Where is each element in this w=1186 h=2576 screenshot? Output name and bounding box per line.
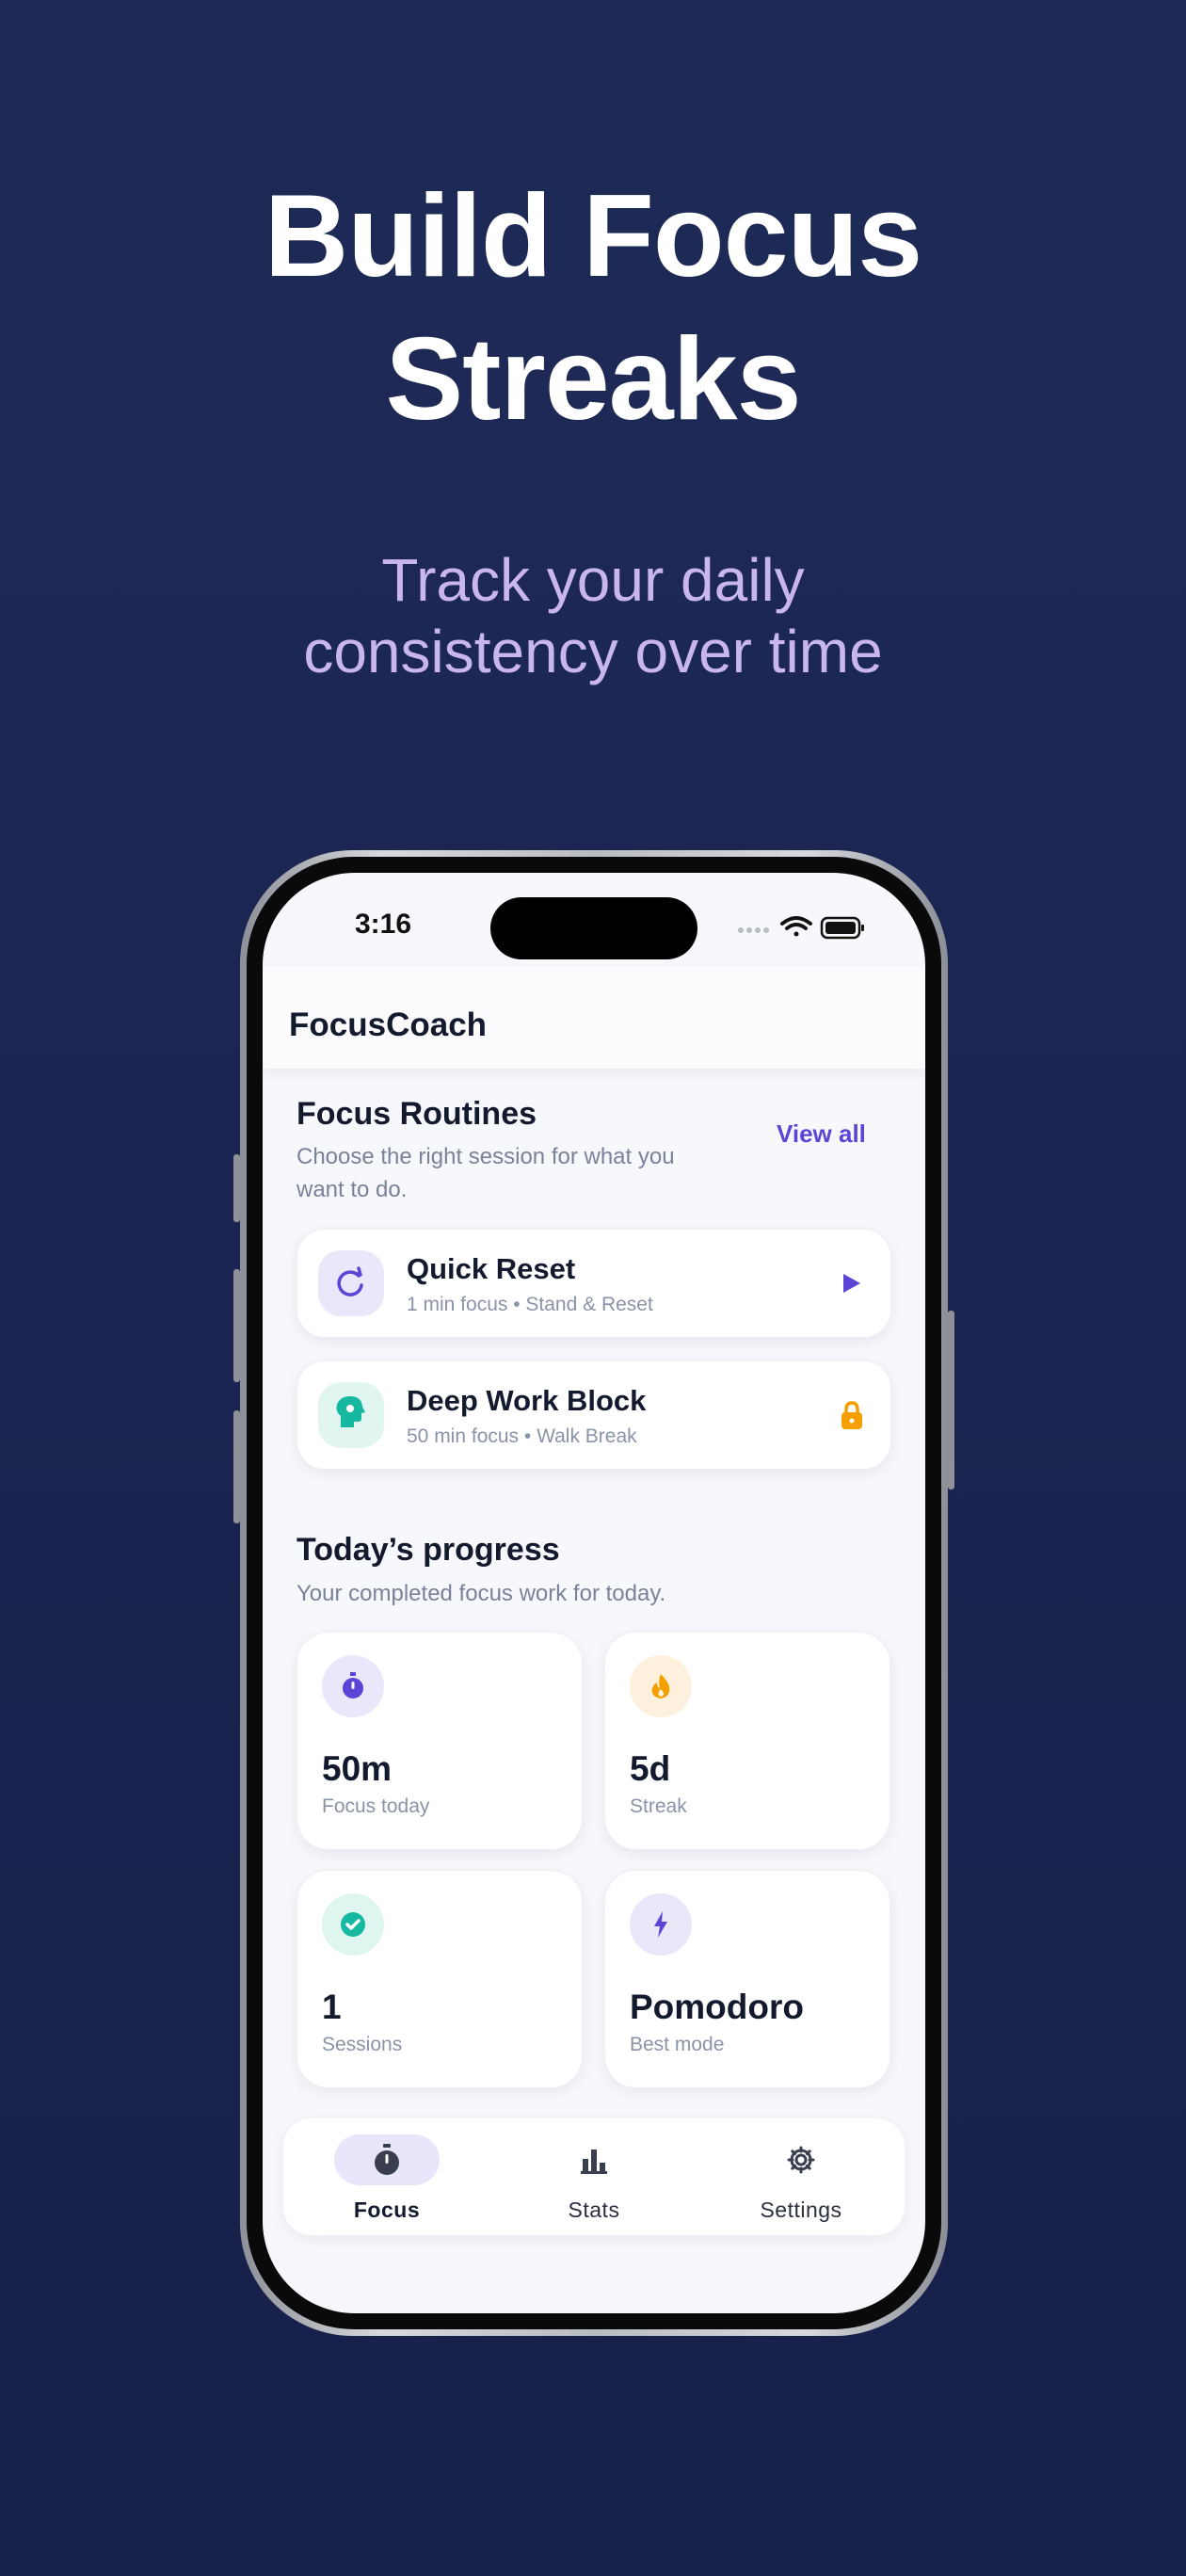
app-title: FocusCoach [289, 1006, 488, 1043]
routines-subtitle-line-2: want to do. [296, 1177, 408, 1202]
tab-stats[interactable]: Stats [490, 2118, 697, 2235]
stat-label: Best mode [630, 2034, 725, 2055]
hero-subtitle-line-1: Track your daily [381, 546, 805, 614]
hero-title-line-2: Streaks [385, 314, 801, 444]
hero-subtitle: Track your daily consistency over time [0, 544, 1186, 687]
routine-card-deep-work-block[interactable]: Deep Work Block 50 min focus • Walk Brea… [296, 1360, 891, 1470]
bar-chart-icon [581, 2149, 607, 2174]
check-circle-icon [322, 1893, 384, 1956]
gear-icon [787, 2146, 815, 2174]
status-time: 3:16 [355, 909, 412, 940]
routine-card-quick-reset[interactable]: Quick Reset 1 min focus • Stand & Reset [296, 1229, 891, 1338]
phone-volume-up-button [233, 1269, 240, 1382]
wifi-icon [780, 916, 812, 937]
flame-icon [630, 1655, 692, 1717]
stat-card-best-mode: Pomodoro Best mode [604, 1870, 890, 2088]
routine-meta: 1 min focus • Stand & Reset [407, 1294, 653, 1315]
refresh-icon [318, 1250, 384, 1316]
stat-value: 1 [322, 1988, 342, 2026]
routines-section-subtitle: Choose the right session for what you wa… [296, 1140, 675, 1206]
stopwatch-icon [322, 1655, 384, 1717]
view-all-link[interactable]: View all [777, 1119, 866, 1149]
play-icon[interactable] [838, 1267, 866, 1299]
stat-card-streak: 5d Streak [604, 1632, 890, 1850]
stat-card-focus-today: 50m Focus today [296, 1632, 583, 1850]
lock-icon[interactable] [838, 1399, 866, 1431]
stat-value: 50m [322, 1749, 393, 1788]
progress-section-subtitle: Your completed focus work for today. [296, 1581, 666, 1606]
routines-subtitle-line-1: Choose the right session for what you [296, 1144, 675, 1169]
stat-value: Pomodoro [630, 1988, 804, 2026]
battery-icon [820, 916, 864, 940]
hero-subtitle-line-2: consistency over time [303, 618, 883, 685]
hero-title-line-1: Build Focus [264, 171, 923, 301]
tab-focus[interactable]: Focus [283, 2118, 490, 2235]
tab-label: Focus [353, 2198, 421, 2222]
stat-value: 5d [630, 1749, 671, 1788]
stat-card-sessions: 1 Sessions [296, 1870, 583, 2088]
routine-meta: 50 min focus • Walk Break [407, 1425, 637, 1447]
dynamic-island [490, 897, 697, 959]
phone-power-button [948, 1311, 954, 1489]
phone-screen: 3:16 FocusCoach Focus Routines Choose th… [263, 873, 925, 2313]
progress-section-title: Today’s progress [296, 1532, 560, 1568]
phone-action-button [233, 1154, 240, 1222]
routine-title: Deep Work Block [407, 1384, 647, 1417]
stopwatch-icon [375, 2144, 399, 2175]
hero-title: Build Focus Streaks [0, 165, 1186, 451]
phone-volume-down-button [233, 1410, 240, 1523]
cellular-signal-icon [738, 927, 769, 933]
app-header: FocusCoach [263, 967, 925, 1069]
brain-icon [318, 1382, 384, 1448]
stat-label: Streak [630, 1795, 687, 1817]
lightning-icon [630, 1893, 692, 1956]
tab-label: Stats [568, 2198, 620, 2222]
tab-bar: Focus Stats Settings [283, 2118, 905, 2235]
routines-section-title: Focus Routines [296, 1096, 537, 1132]
stat-label: Focus today [322, 1795, 430, 1817]
tab-settings[interactable]: Settings [697, 2118, 905, 2235]
stat-label: Sessions [322, 2034, 403, 2055]
tab-label: Settings [760, 2198, 842, 2222]
routine-title: Quick Reset [407, 1252, 576, 1285]
status-icons [738, 916, 864, 940]
